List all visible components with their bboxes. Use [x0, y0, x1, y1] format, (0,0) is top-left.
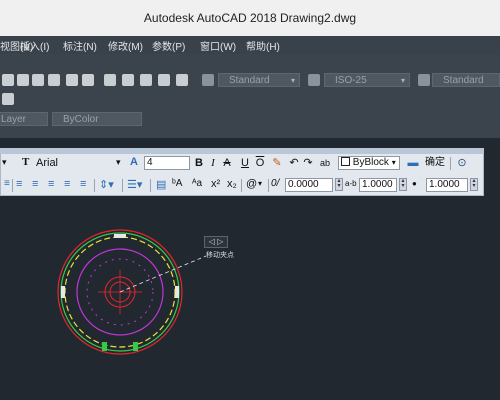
font-chevron-icon[interactable]: ▾: [116, 157, 121, 168]
dim-style-select[interactable]: ISO-25 ▾: [324, 73, 410, 87]
menu-window[interactable]: 窗口(W): [200, 38, 236, 53]
text-height-icon: A: [130, 156, 138, 168]
tracking-spinner[interactable]: ▴ ▾: [399, 178, 407, 191]
bottom-slot-right: [133, 342, 138, 351]
text-style-select[interactable]: Standard ▾: [218, 73, 300, 87]
right-notch: [175, 286, 179, 298]
bottom-slot-left: [102, 342, 107, 351]
menu-modify[interactable]: 修改(M): [108, 38, 143, 53]
markup-icon[interactable]: [140, 74, 152, 86]
symbol-button[interactable]: @: [246, 178, 257, 190]
redo-icon[interactable]: ↷: [302, 156, 314, 170]
italic-button[interactable]: I: [208, 156, 218, 170]
properties-icon[interactable]: [66, 74, 78, 86]
width-factor-input[interactable]: 1.0000: [426, 178, 468, 192]
tracking-value: 1.0000: [362, 179, 393, 190]
left-notch: [61, 286, 65, 298]
table-style-select[interactable]: Standard: [432, 73, 500, 87]
subscript-button[interactable]: x₂: [227, 178, 237, 190]
align-right-icon[interactable]: ≡: [48, 178, 54, 190]
bold-button[interactable]: B: [194, 156, 204, 170]
ruler-icon[interactable]: ▬: [405, 156, 421, 170]
text-style-icon[interactable]: [202, 74, 214, 86]
width-factor-icon: ●: [412, 179, 417, 188]
color-swatch-icon: [341, 157, 350, 166]
text-height-input[interactable]: 4: [144, 156, 190, 170]
undo-icon[interactable]: ↶: [288, 156, 300, 170]
stack-icon[interactable]: ab: [318, 156, 332, 170]
text-height-value: 4: [147, 157, 153, 168]
toolbar-separator: [122, 179, 123, 192]
chevron-down-icon: ▾: [290, 76, 295, 85]
toolbar-separator: [12, 179, 13, 192]
zoom-window-icon[interactable]: [32, 74, 44, 86]
match-text-icon[interactable]: ✎: [271, 156, 283, 170]
grip-tooltip: ◁ ▷: [204, 236, 228, 248]
superscript-button[interactable]: x²: [211, 178, 220, 190]
table-style-value: Standard: [443, 75, 484, 86]
chevron-down-icon: ▾: [400, 76, 405, 85]
strikethrough-button[interactable]: A: [222, 156, 232, 170]
width-factor-spinner[interactable]: ▴ ▾: [470, 178, 478, 191]
numbering-icon[interactable]: ☰▾: [127, 178, 142, 191]
font-name[interactable]: Arial: [36, 157, 58, 169]
align-center-icon[interactable]: ≡: [32, 178, 38, 190]
table-style-icon[interactable]: [418, 74, 430, 86]
insert-field-icon[interactable]: ▤: [156, 178, 166, 191]
symbol-chevron-icon[interactable]: ▾: [258, 179, 262, 188]
menu-help[interactable]: 帮助(H): [246, 38, 280, 53]
color-select[interactable]: ByColor: [52, 112, 142, 126]
options-icon[interactable]: ⊙: [456, 156, 468, 170]
design-center-icon[interactable]: [82, 74, 94, 86]
calculator-icon[interactable]: [158, 74, 170, 86]
ok-button[interactable]: 确定: [424, 156, 446, 170]
toolbar-separator: [150, 179, 151, 192]
help-icon[interactable]: [176, 74, 188, 86]
columns-icon[interactable]: ≡: [4, 178, 10, 189]
tool-palettes-icon[interactable]: [104, 74, 116, 86]
font-type-icon: T: [22, 156, 30, 168]
toolbar-separator: [94, 179, 95, 192]
chevron-down-icon: ▾: [391, 158, 396, 167]
layer-manager-icon[interactable]: [2, 93, 14, 105]
text-formatting-titlebar[interactable]: [0, 148, 484, 154]
uppercase-icon[interactable]: ᵇA: [172, 178, 182, 189]
zoom-previous-icon[interactable]: [48, 74, 60, 86]
tracking-input[interactable]: 1.0000: [359, 178, 397, 192]
width-factor-value: 1.0000: [429, 179, 460, 190]
dim-style-icon[interactable]: [308, 74, 320, 86]
justify-icon[interactable]: ≡: [64, 178, 70, 190]
toolbar-separator: [450, 157, 451, 170]
color-value: ByColor: [63, 114, 99, 125]
menu-dimension[interactable]: 标注(N): [63, 38, 97, 53]
text-style-value: Standard: [229, 75, 270, 86]
oblique-angle-value: 0.0000: [288, 179, 319, 190]
menu-insert[interactable]: 插入(I): [20, 38, 49, 53]
oblique-spinner[interactable]: ▴ ▾: [335, 178, 343, 191]
text-color-select[interactable]: ByBlock ▾: [338, 156, 400, 170]
line-spacing-icon[interactable]: ⇕▾: [99, 178, 114, 191]
underline-button[interactable]: U: [240, 156, 250, 170]
toolbar-separator: [268, 179, 269, 192]
grip-tooltip-label: 移动夹点: [206, 252, 234, 259]
distribute-icon[interactable]: ≡: [80, 178, 86, 190]
tracking-icon: a-b: [345, 179, 357, 188]
layer-value: Layer: [1, 114, 27, 125]
text-color-value: ByBlock: [352, 157, 389, 168]
sheet-set-icon[interactable]: [122, 74, 134, 86]
zoom-icon[interactable]: [17, 74, 29, 86]
style-chevron-icon[interactable]: ▾: [2, 157, 7, 168]
align-left-icon[interactable]: ≡: [16, 178, 22, 190]
top-notch: [114, 234, 126, 238]
dim-style-value: ISO-25: [335, 75, 367, 86]
lowercase-icon[interactable]: ᴬa: [192, 178, 202, 189]
oblique-angle-input[interactable]: 0.0000: [285, 178, 333, 192]
toolbar-separator: [241, 179, 242, 192]
layer-select[interactable]: Layer: [0, 112, 48, 126]
oblique-icon: 0/: [271, 178, 280, 189]
menu-parametric[interactable]: 参数(P): [152, 38, 185, 53]
pan-icon[interactable]: [2, 74, 14, 86]
window-title: Autodesk AutoCAD 2018 Drawing2.dwg: [143, 11, 357, 25]
overline-button[interactable]: O: [255, 156, 265, 170]
